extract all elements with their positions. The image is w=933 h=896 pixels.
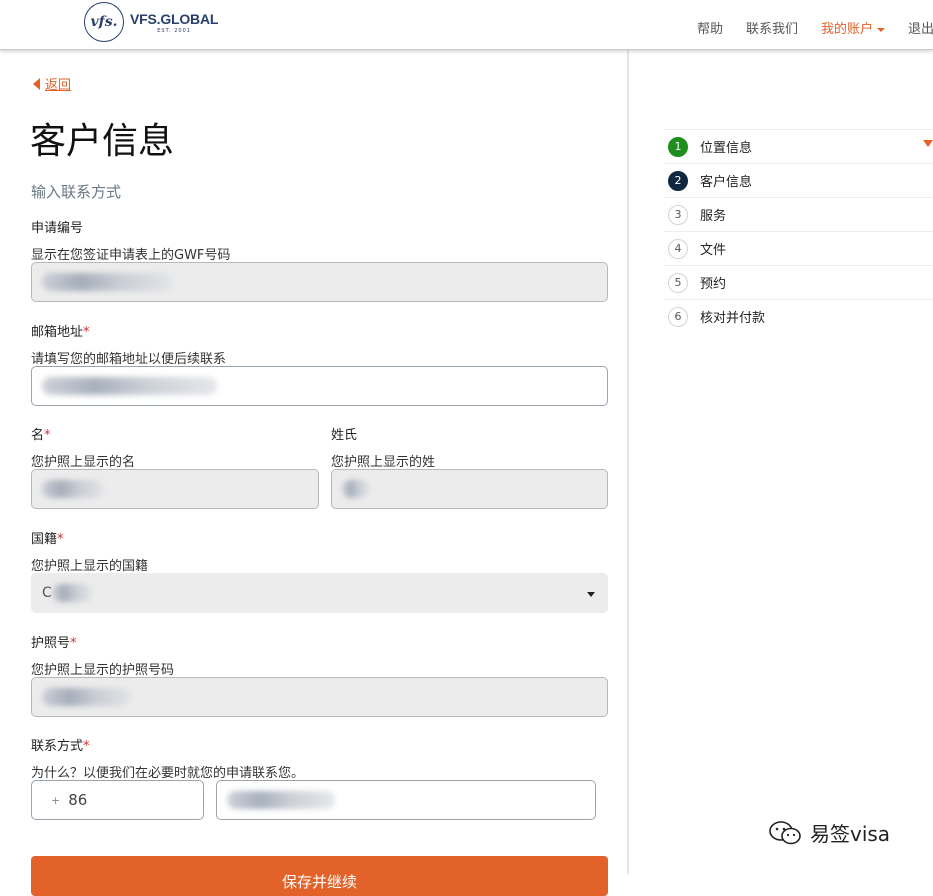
app-number-field[interactable]: [31, 262, 608, 302]
email-hint: 请填写您的邮箱地址以便后续联系: [31, 352, 227, 367]
wechat-icon: [769, 820, 801, 844]
redacted-value: [42, 273, 172, 291]
redacted-value: [227, 791, 335, 809]
plus-sign: +: [51, 793, 61, 807]
first-name-label-text: 名: [31, 428, 45, 443]
passport-field[interactable]: [31, 677, 608, 717]
step-label: 客户信息: [700, 175, 753, 190]
contact-label-text: 联系方式: [31, 739, 84, 754]
app-number-label-text: 申请编号: [31, 221, 84, 236]
column-divider: [627, 50, 629, 874]
nationality-label-text: 国籍: [31, 532, 58, 547]
top-nav: 帮助 联系我们 我的账户 退出: [697, 18, 933, 37]
last-name-field[interactable]: [331, 469, 608, 509]
step-location[interactable]: 1 位置信息: [664, 129, 933, 163]
passport-label: 护照号*: [31, 632, 77, 651]
required-marker: *: [57, 532, 64, 547]
vfs-global-logo[interactable]: vfs. VFS.GLOBAL EST. 2001: [84, 2, 218, 42]
step-documents[interactable]: 4 文件: [664, 231, 933, 265]
step-number: 4: [668, 238, 688, 259]
first-name-label: 名*: [31, 424, 51, 443]
email-label-text: 邮箱地址: [31, 325, 84, 340]
contact-hint: 为什么？以便我们在必要时就您的申请联系您。: [31, 766, 305, 781]
logo-est: EST. 2001: [157, 27, 191, 34]
step-label: 文件: [700, 243, 727, 258]
phone-number-field[interactable]: [216, 780, 596, 820]
app-number-hint: 显示在您签证申请表上的GWF号码: [31, 248, 231, 263]
step-label: 预约: [700, 277, 727, 292]
required-marker: *: [83, 739, 90, 754]
last-name-label: 姓氏: [331, 428, 358, 443]
step-number: 3: [668, 204, 688, 225]
active-step-marker-icon: [923, 140, 933, 147]
back-arrow-icon: [33, 77, 40, 90]
country-code-value: 86: [68, 791, 88, 809]
nav-logout[interactable]: 退出: [908, 18, 933, 37]
passport-hint: 您护照上显示的护照号码: [31, 663, 175, 678]
nav-my-account-label: 我的账户: [821, 22, 874, 37]
dropdown-caret-icon: [587, 592, 595, 597]
first-name-hint: 您护照上显示的名: [31, 455, 136, 470]
required-marker: *: [83, 325, 90, 340]
email-label: 邮箱地址*: [31, 321, 90, 340]
step-label: 位置信息: [700, 141, 753, 156]
last-name-hint: 您护照上显示的姓: [331, 455, 436, 470]
nationality-hint: 您护照上显示的国籍: [31, 559, 149, 574]
step-appointment[interactable]: 5 预约: [664, 265, 933, 299]
nationality-select[interactable]: C: [31, 573, 608, 613]
step-review-pay[interactable]: 6 核对并付款: [664, 299, 933, 333]
step-number: 1: [668, 136, 688, 157]
watermark: 易签visa: [768, 818, 890, 847]
logo-name: VFS.GLOBAL: [130, 10, 219, 27]
redacted-value: [42, 377, 217, 395]
step-services[interactable]: 3 服务: [664, 197, 933, 231]
required-marker: *: [70, 636, 77, 651]
logo-text: VFS.GLOBAL EST. 2001: [130, 11, 218, 34]
back-link-label: 返回: [45, 78, 72, 93]
back-link[interactable]: 返回: [33, 74, 71, 93]
watermark-text: 易签visa: [810, 822, 891, 846]
step-number: 2: [668, 170, 688, 191]
top-header: vfs. VFS.GLOBAL EST. 2001 帮助 联系我们 我的账户 退…: [0, 0, 933, 50]
nav-contact[interactable]: 联系我们: [746, 18, 798, 37]
step-label: 核对并付款: [700, 311, 766, 326]
nationality-value-prefix: C: [42, 585, 52, 601]
app-number-label: 申请编号: [31, 217, 83, 236]
step-label: 服务: [700, 209, 727, 224]
save-and-continue-button[interactable]: 保存并继续: [31, 856, 608, 896]
logo-mark: vfs.: [84, 2, 124, 42]
section-subtitle: 输入联系方式: [31, 183, 122, 201]
page-title: 客户信息: [30, 121, 175, 162]
progress-steps: 1 位置信息 2 客户信息 3 服务 4 文件 5 预约 6 核对并付款: [664, 129, 933, 333]
contact-label: 联系方式*: [31, 735, 90, 754]
step-number: 5: [668, 272, 688, 293]
caret-down-icon: [877, 27, 886, 32]
first-name-field[interactable]: [31, 469, 319, 509]
redacted-value: [42, 480, 104, 498]
required-marker: *: [44, 428, 51, 443]
country-code-field[interactable]: + 86: [31, 780, 204, 820]
nav-my-account[interactable]: 我的账户: [821, 18, 886, 37]
step-customer-info[interactable]: 2 客户信息: [664, 163, 933, 197]
redacted-value: [342, 480, 370, 498]
email-field[interactable]: [31, 366, 608, 406]
nationality-label: 国籍*: [31, 528, 64, 547]
passport-label-text: 护照号: [31, 636, 71, 651]
redacted-value: [42, 688, 132, 706]
redacted-value: [51, 584, 92, 602]
nav-help[interactable]: 帮助: [697, 18, 723, 37]
step-number: 6: [668, 306, 688, 327]
